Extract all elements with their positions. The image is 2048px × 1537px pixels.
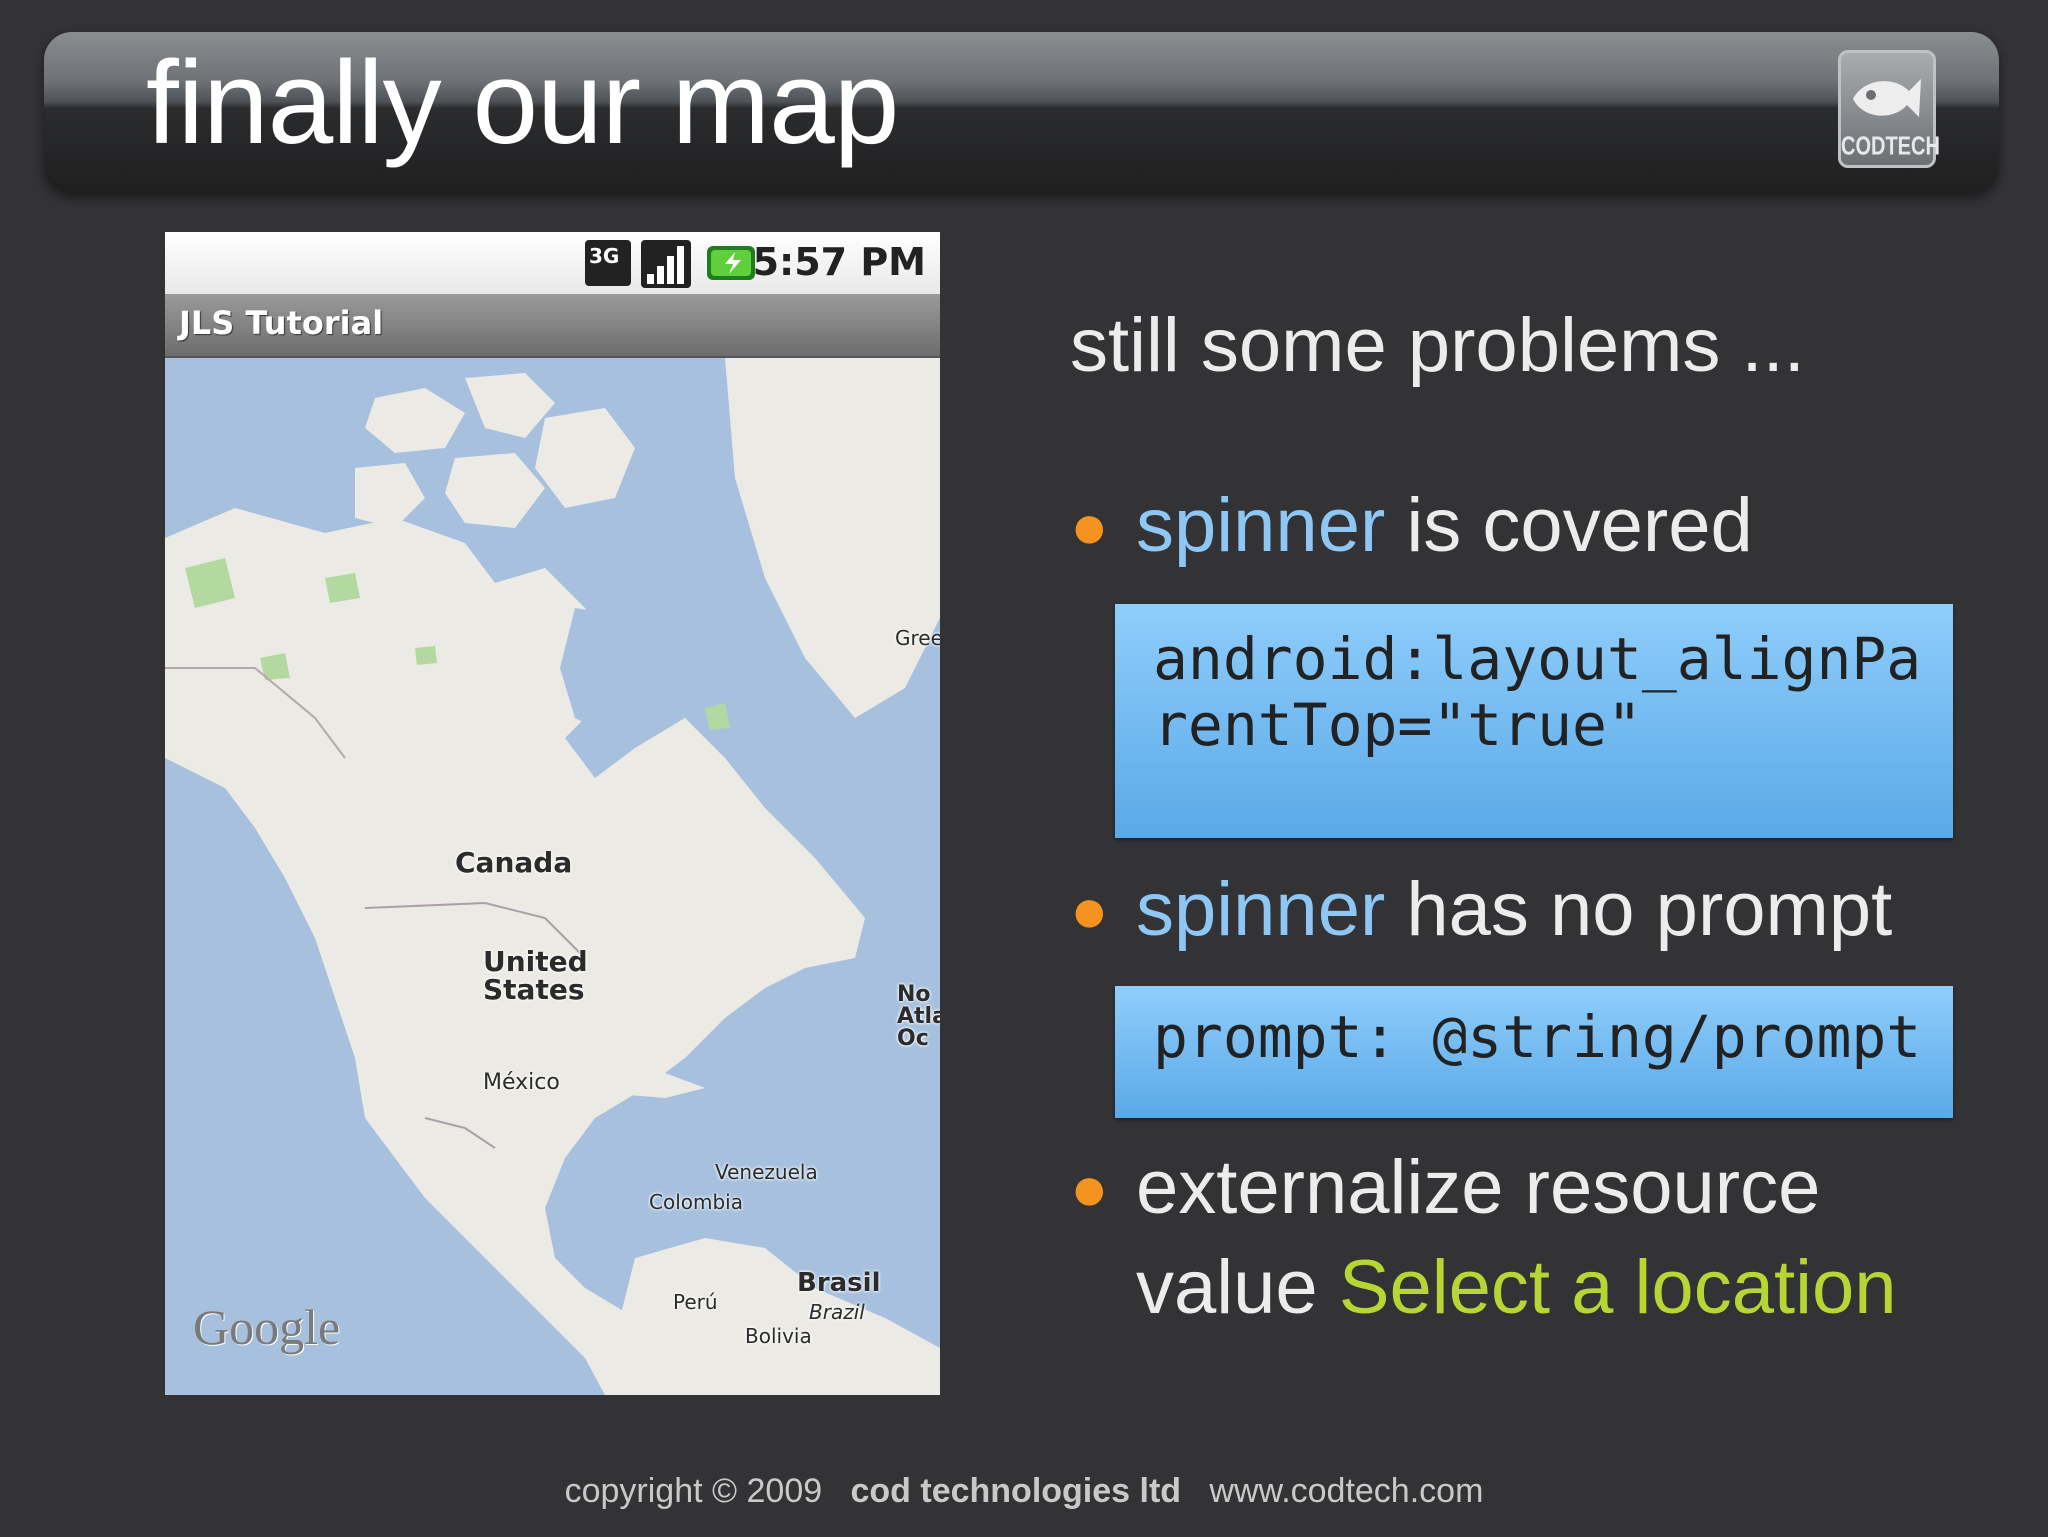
code-line: rentTop="true" — [1153, 691, 1642, 759]
bullet-keyword: spinner — [1136, 483, 1386, 568]
footer-company: cod technologies ltd — [850, 1472, 1182, 1510]
footer-url[interactable]: www.codtech.com — [1209, 1472, 1483, 1510]
network-3g-icon: 3G — [585, 240, 631, 286]
network-label: 3G — [589, 244, 620, 268]
map-label-peru: Perú — [673, 1290, 718, 1314]
map-label-greenland: Gree — [895, 626, 940, 650]
code-line: android:layout_alignPa — [1153, 625, 1922, 693]
code-box-align-parent-top: android:layout_alignPa rentTop="true" — [1115, 604, 1953, 838]
map-label-united: United — [483, 945, 588, 978]
map-label-north-atlantic: No Atla Oc — [897, 984, 940, 1050]
bullet-text-line2: value Select a location — [1136, 1240, 1897, 1336]
map-label-mexico: México — [483, 1070, 560, 1095]
map-label-oc: Oc — [897, 1026, 929, 1051]
bullet-spinner-no-prompt: ● spinner has no prompt — [1070, 862, 1990, 958]
bullet-highlight: Select a location — [1338, 1245, 1897, 1330]
bullet-dot: ● — [1070, 1152, 1109, 1224]
map-label-atla: Atla — [897, 1004, 940, 1029]
bullet-line2-prefix: value — [1136, 1245, 1339, 1330]
map-label-no: No — [897, 982, 931, 1007]
footer-copyright: copyright © 2009 — [564, 1472, 823, 1510]
bullet-text: spinner has no prompt — [1136, 862, 1892, 958]
bullet-spinner-covered: ● spinner is covered — [1070, 478, 1970, 574]
map-label-bolivia: Bolivia — [745, 1324, 812, 1348]
codtech-logo: CODTECH — [1838, 50, 1940, 168]
map-label-canada: Canada — [455, 846, 573, 879]
fish-icon — [1853, 79, 1921, 117]
map-label-colombia: Colombia — [649, 1190, 743, 1214]
bullet-text: spinner is covered — [1136, 478, 1753, 574]
app-title-bar: JLS Tutorial — [165, 294, 940, 358]
slide-title: finally our map — [146, 37, 899, 169]
slide-footer: copyright © 2009 cod technologies ltd ww… — [0, 1472, 2048, 1511]
bullet-keyword: spinner — [1136, 867, 1386, 952]
bullet-rest: is covered — [1385, 483, 1753, 568]
status-bar: 3G 5:57 PM — [165, 232, 940, 294]
map-label-brazil: Brazil — [809, 1300, 865, 1324]
map-label-united-states: United States — [483, 948, 588, 1004]
bullet-externalize-resource: ● externalize resource value Select a lo… — [1070, 1140, 1990, 1340]
map-label-brasil: Brasil — [797, 1268, 881, 1298]
status-time: 5:57 PM — [752, 240, 926, 284]
google-attribution[interactable]: Google — [193, 1298, 340, 1356]
content-heading: still some problems ... — [1070, 303, 1805, 388]
logo-text: CODTECH — [1841, 132, 1940, 162]
map-view[interactable]: Gree Canada United States México No Atla… — [165, 358, 940, 1395]
bullet-dot: ● — [1070, 490, 1109, 562]
code-box-prompt: prompt: @string/prompt — [1115, 986, 1953, 1118]
bullet-rest: has no prompt — [1385, 867, 1893, 952]
map-label-states: States — [483, 973, 585, 1006]
code-line: prompt: @string/prompt — [1153, 1003, 1922, 1071]
bullet-text-line1: externalize resource — [1136, 1145, 1821, 1230]
phone-screenshot: 3G 5:57 PM JLS Tutorial Gree Canada Unit… — [165, 232, 940, 1395]
bullet-dot: ● — [1070, 874, 1109, 946]
app-title: JLS Tutorial — [179, 304, 384, 342]
signal-icon — [641, 240, 691, 288]
map-label-venezuela: Venezuela — [715, 1160, 818, 1184]
